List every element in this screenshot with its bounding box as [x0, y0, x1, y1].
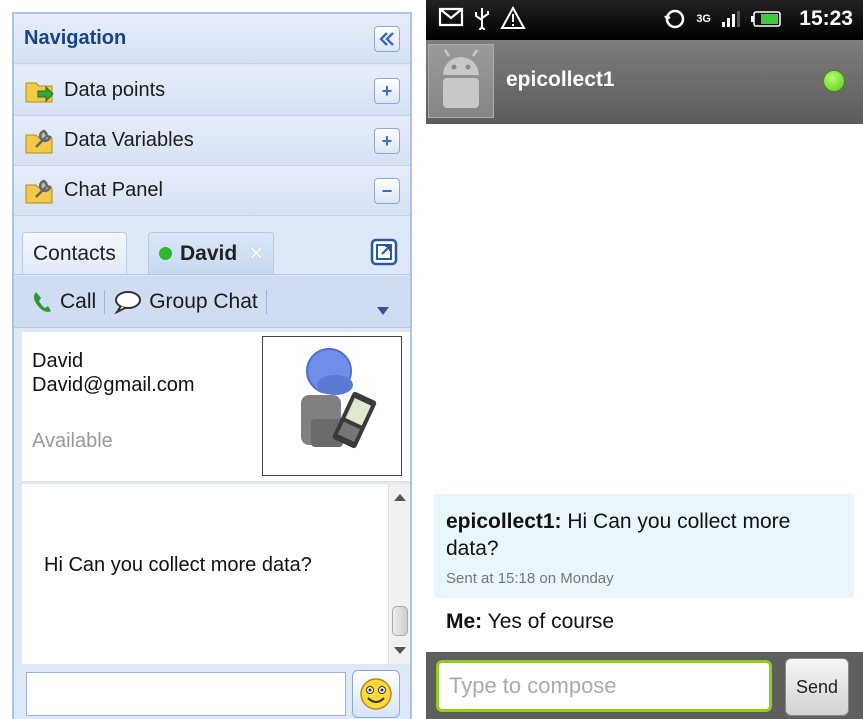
navigation-header: Navigation [14, 14, 410, 64]
nav-item-label: Data Variables [64, 129, 194, 151]
toolbar-separator [104, 289, 106, 314]
system-icons: 3G [664, 8, 781, 30]
signal-icon [722, 11, 740, 27]
web-gadget-panel: Navigation Data points + Data Variables … [0, 0, 415, 719]
nav-item-data-variables[interactable]: Data Variables + [14, 116, 410, 166]
scroll-down-icon[interactable] [394, 647, 406, 654]
close-tab-icon[interactable]: × [249, 240, 263, 268]
collapse-section-button[interactable]: − [374, 177, 400, 204]
folder-wrench-icon [24, 177, 56, 205]
expand-button[interactable]: + [374, 127, 400, 154]
mobile-user-icon [301, 348, 377, 449]
group-chat-label: Group Chat [149, 289, 258, 313]
status-bar: 3G 15:23 [426, 0, 863, 40]
network-type-label: 3G [696, 13, 711, 25]
tab-label: Contacts [33, 241, 116, 265]
nav-item-label: Data points [64, 79, 166, 101]
chat-input[interactable] [26, 672, 346, 716]
tab-label: David [180, 241, 238, 265]
folder-wrench-icon [24, 127, 56, 155]
notification-icons [438, 6, 526, 30]
usb-icon [475, 8, 489, 30]
compose-bar: Send [426, 652, 863, 719]
conversation-header: epicollect1 [426, 40, 863, 124]
android-chat-screen: 3G 15:23 epicollect1 epicollect1: Hi Can… [426, 0, 863, 719]
warning-icon [500, 6, 526, 29]
folder-arrow-icon [24, 77, 56, 105]
chat-toolbar: Call Group Chat [14, 276, 410, 328]
outgoing-sender: Me: [446, 610, 483, 633]
expand-button[interactable]: + [374, 77, 400, 104]
compose-input[interactable] [436, 660, 772, 712]
navigation-panel: Navigation Data points + Data Variables … [12, 12, 412, 719]
call-button[interactable]: Call [32, 290, 96, 314]
call-label: Call [60, 289, 97, 313]
contact-email: David@gmail.com [32, 374, 195, 396]
toolbar-separator [265, 289, 267, 314]
sync-icon [664, 9, 685, 29]
incoming-sender: epicollect1: [446, 510, 562, 533]
speech-bubble-icon [114, 290, 142, 314]
nav-item-chat-panel[interactable]: Chat Panel − [14, 166, 410, 216]
popout-icon[interactable] [370, 238, 398, 266]
emoticon-button[interactable] [352, 670, 400, 718]
collapse-button[interactable] [374, 25, 400, 52]
group-chat-button[interactable]: Group Chat [113, 290, 258, 314]
navigation-title: Navigation [24, 27, 127, 49]
outgoing-message: Me: Yes of course [446, 610, 614, 634]
online-status-icon [159, 247, 172, 260]
scroll-thumb[interactable] [392, 606, 408, 636]
incoming-message-text: epicollect1: Hi Can you collect more dat… [446, 508, 836, 562]
send-button[interactable]: Send [785, 658, 849, 716]
tab-david[interactable]: David × [148, 232, 275, 274]
contact-name: David [32, 350, 84, 372]
phone-icon [33, 291, 51, 312]
dropdown-arrow-icon[interactable] [376, 298, 390, 322]
double-chevron-left-icon [379, 31, 394, 46]
android-avatar-icon [428, 44, 494, 118]
contact-card: David David@gmail.com Available [22, 332, 410, 482]
status-time: 15:23 [799, 7, 853, 30]
chat-input-row [14, 666, 410, 719]
avatar [262, 336, 402, 476]
presence-online-icon [823, 70, 845, 92]
smiley-icon [360, 678, 392, 710]
outgoing-body: Yes of course [487, 610, 615, 633]
battery-icon [751, 11, 781, 27]
incoming-message: epicollect1: Hi Can you collect more dat… [434, 494, 854, 598]
nav-item-data-points[interactable]: Data points + [14, 66, 410, 116]
gmail-icon [438, 7, 464, 27]
contact-status: Available [32, 430, 113, 452]
nav-item-label: Chat Panel [64, 179, 163, 201]
message-area: Hi Can you collect more data? [22, 484, 410, 664]
scroll-up-icon[interactable] [394, 494, 406, 501]
tab-contacts[interactable]: Contacts [22, 232, 127, 274]
chat-tabs: Contacts David × [14, 220, 410, 275]
message-scrollbar[interactable] [388, 484, 410, 664]
message-timestamp: Sent at 15:18 on Monday [446, 570, 614, 587]
chat-message: Hi Can you collect more data? [44, 554, 312, 576]
conversation-contact-name: epicollect1 [506, 68, 615, 91]
